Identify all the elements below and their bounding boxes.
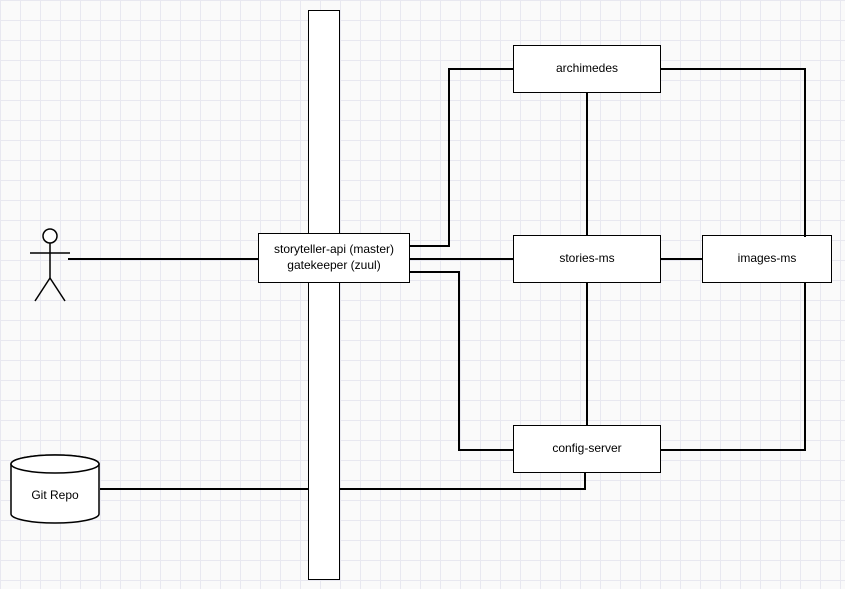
connector-stories-images — [661, 258, 702, 260]
stories-ms-label: stories-ms — [559, 251, 614, 267]
archimedes-box: archimedes — [513, 45, 661, 93]
connector-gateway-arch-v — [448, 68, 450, 247]
connector-gateway-config-h1 — [410, 271, 460, 273]
connector-arch-stories — [586, 93, 588, 235]
gateway-box-front: storyteller-api (master) gatekeeper (zuu… — [258, 233, 410, 283]
archimedes-label: archimedes — [556, 61, 618, 77]
config-server-label: config-server — [552, 441, 621, 457]
connector-gateway-arch-h1 — [410, 245, 450, 247]
diagram-canvas: Git Repo storyteller-api (master) gateke… — [0, 0, 845, 589]
connector-gateway-stories — [410, 258, 513, 260]
connector-bus-config-h — [340, 488, 586, 490]
images-ms-box: images-ms — [702, 235, 832, 283]
git-repo-db: Git Repo — [10, 454, 100, 524]
gateway-label-2b: gatekeeper (zuul) — [274, 258, 394, 274]
connector-arch-images-h2 — [804, 235, 806, 237]
stories-ms-box: stories-ms — [513, 235, 661, 283]
connector-stories-config — [586, 283, 588, 425]
connector-gateway-arch-h2 — [448, 68, 513, 70]
connector-gateway-config-h2 — [458, 449, 513, 451]
connector-gateway-config-v — [458, 271, 460, 451]
connector-arch-images-h — [661, 68, 806, 70]
actor-icon — [30, 228, 70, 306]
connector-config-images-h — [661, 449, 806, 451]
connector-bus-config-v — [584, 473, 586, 490]
connector-actor-gateway — [68, 258, 258, 260]
connector-config-images-v — [804, 283, 806, 451]
git-repo-label: Git Repo — [10, 488, 100, 502]
connector-arch-images-v — [804, 68, 806, 235]
connector-git-bus — [100, 488, 308, 490]
bus-bar — [308, 10, 340, 580]
config-server-box: config-server — [513, 425, 661, 473]
images-ms-label: images-ms — [738, 251, 797, 267]
gateway-label-1b: storyteller-api (master) — [274, 242, 394, 258]
